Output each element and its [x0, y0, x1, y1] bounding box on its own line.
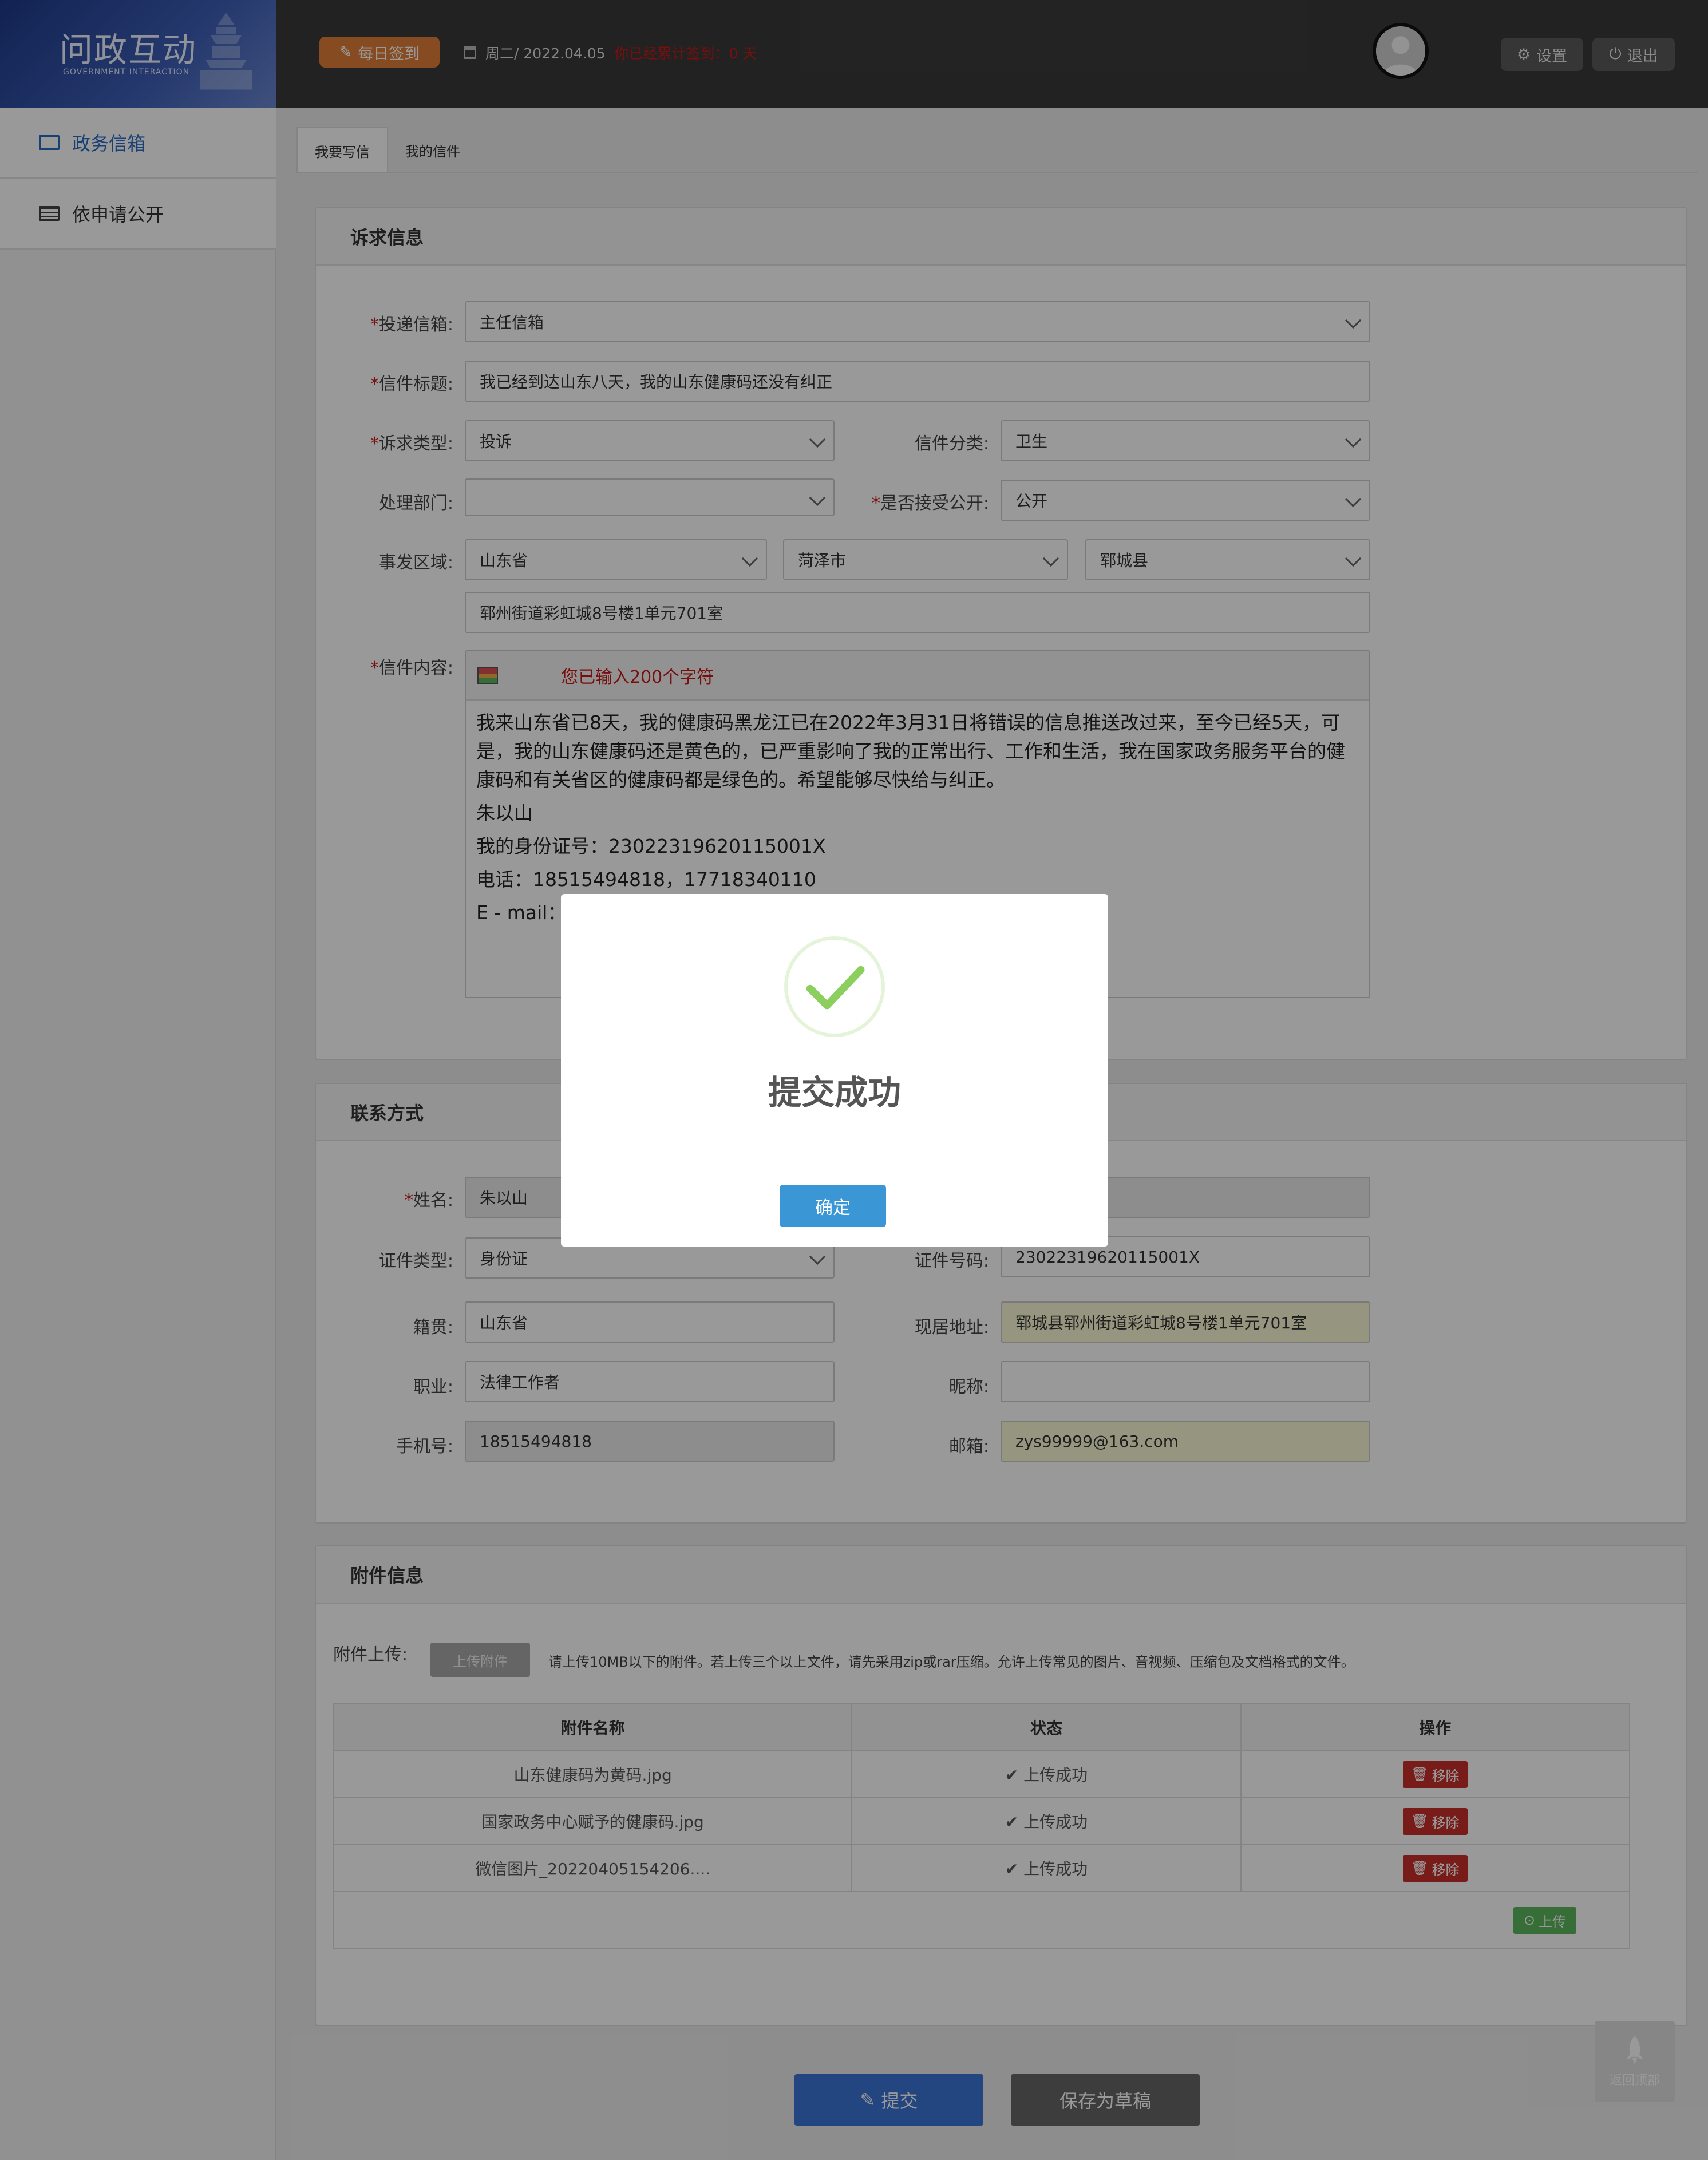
- confirm-button[interactable]: 确定: [780, 1185, 886, 1227]
- dialog-title: 提交成功: [768, 1073, 901, 1112]
- success-check-icon: [784, 936, 885, 1037]
- success-dialog: 提交成功 确定: [561, 894, 1108, 1247]
